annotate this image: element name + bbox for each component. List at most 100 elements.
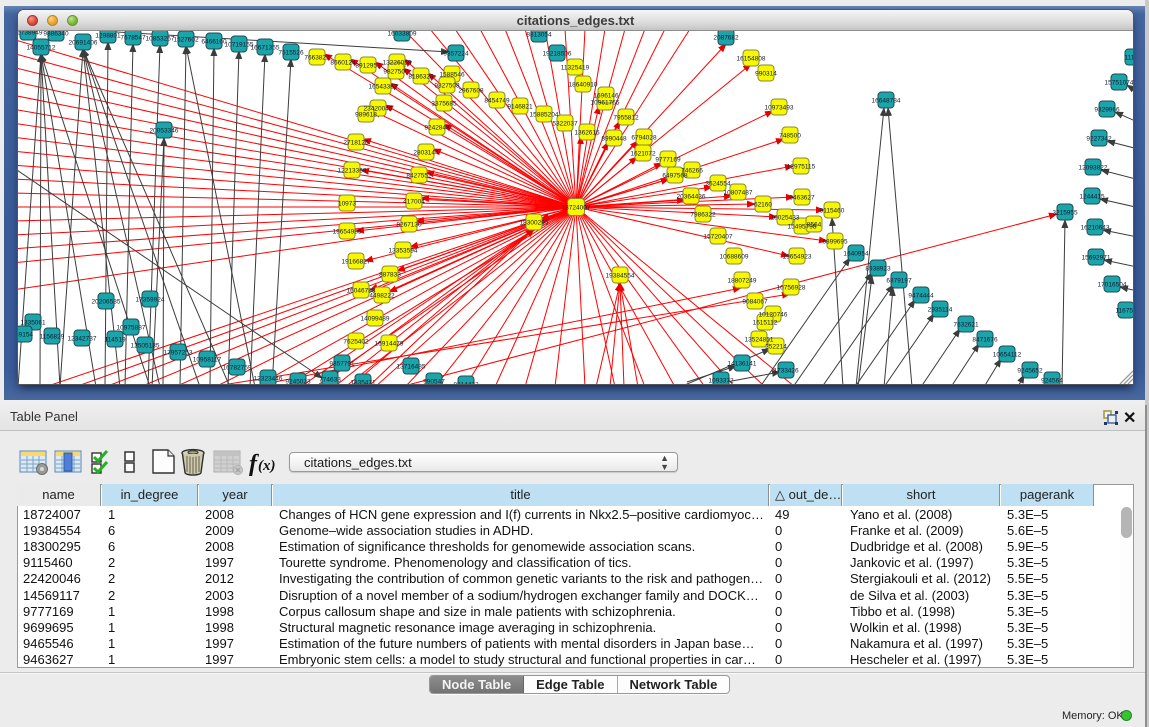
- svg-text:9463627: 9463627: [789, 195, 815, 202]
- svg-text:417004: 417004: [403, 199, 425, 206]
- svg-text:4498222: 4498222: [369, 293, 395, 300]
- svg-text:62160: 62160: [754, 202, 772, 209]
- svg-text:1298801: 1298801: [95, 33, 121, 40]
- svg-text:10654112: 10654112: [993, 352, 1022, 359]
- svg-text:10975887: 10975887: [117, 325, 146, 332]
- svg-text:3215955: 3215955: [1052, 210, 1078, 217]
- svg-text:10719155: 10719155: [225, 42, 254, 49]
- svg-text:9242848: 9242848: [424, 125, 450, 132]
- svg-text:1244415: 1244415: [1079, 194, 1105, 201]
- svg-text:9357224: 9357224: [443, 51, 469, 58]
- svg-text:16154808: 16154808: [737, 56, 766, 63]
- svg-text:13524851: 13524851: [745, 337, 774, 344]
- svg-text:20053346: 20053346: [150, 128, 179, 135]
- svg-text:19384554: 19384554: [606, 273, 635, 280]
- svg-text:16782759: 16782759: [223, 365, 252, 372]
- svg-text:9245652: 9245652: [1017, 368, 1043, 375]
- svg-text:10688609: 10688609: [720, 254, 749, 261]
- svg-text:10025433: 10025433: [771, 215, 800, 222]
- svg-text:8814432: 8814432: [453, 382, 479, 385]
- svg-text:12093822: 12093822: [1079, 165, 1108, 172]
- svg-text:3375685: 3375685: [431, 101, 457, 108]
- svg-text:17359924: 17359924: [136, 297, 165, 304]
- svg-text:7515526: 7515526: [278, 50, 304, 57]
- svg-text:10958117: 10958117: [193, 357, 222, 364]
- svg-text:7632621: 7632621: [953, 322, 979, 329]
- svg-text:1527602: 1527602: [173, 37, 199, 44]
- svg-text:9115460: 9115460: [820, 208, 845, 215]
- svg-text:774633: 774633: [319, 377, 341, 384]
- svg-text:1835471: 1835471: [350, 380, 376, 385]
- svg-text:15692971: 15692971: [1082, 255, 1111, 262]
- svg-text:1733426: 1733426: [773, 368, 799, 375]
- svg-text:924564: 924564: [1041, 378, 1063, 385]
- svg-text:7678547: 7678547: [120, 35, 146, 42]
- svg-text:19166827: 19166827: [342, 259, 371, 266]
- svg-text:887833: 887833: [379, 272, 401, 279]
- svg-text:16543362: 16543362: [369, 84, 398, 91]
- svg-text:8427552: 8427552: [406, 173, 432, 180]
- svg-text:16914479: 16914479: [375, 341, 404, 348]
- svg-text:990314: 990314: [755, 71, 777, 78]
- svg-text:16738949: 16738949: [18, 31, 43, 37]
- svg-text:8990448: 8990448: [601, 136, 627, 143]
- svg-text:16210643: 16210643: [1081, 225, 1110, 232]
- svg-text:1335061: 1335061: [20, 320, 46, 327]
- svg-text:9327508: 9327508: [434, 83, 460, 90]
- svg-text:1615112: 1615112: [753, 320, 778, 327]
- svg-text:1588546: 1588546: [439, 72, 465, 79]
- svg-text:10973493: 10973493: [765, 105, 794, 112]
- svg-text:9329966: 9329966: [1094, 107, 1120, 114]
- svg-text:10807487: 10807487: [724, 190, 753, 197]
- svg-text:18640910: 18640910: [569, 82, 598, 89]
- svg-text:116753: 116753: [1115, 308, 1133, 315]
- svg-text:19654985: 19654985: [333, 229, 362, 236]
- svg-text:12975115: 12975115: [787, 164, 816, 171]
- svg-text:39154: 39154: [18, 332, 33, 339]
- svg-text:6497568: 6497568: [662, 173, 688, 180]
- svg-text:9777169: 9777169: [655, 157, 681, 164]
- svg-text:14136141: 14136141: [728, 361, 757, 368]
- svg-text:1156829: 1156829: [40, 334, 65, 341]
- svg-text:17957253: 17957253: [164, 350, 193, 357]
- svg-text:16671355: 16671355: [251, 45, 280, 52]
- svg-text:12505135: 12505135: [131, 343, 160, 350]
- svg-text:12323446: 12323446: [254, 376, 283, 383]
- svg-text:9227342: 9227342: [1086, 136, 1112, 143]
- svg-text:1640954: 1640954: [843, 251, 869, 258]
- svg-text:10973: 10973: [338, 201, 356, 208]
- svg-text:20691406: 20691406: [69, 40, 98, 47]
- svg-text:8938923: 8938923: [865, 266, 891, 273]
- svg-text:20206535: 20206535: [92, 299, 121, 306]
- svg-text:989618: 989618: [355, 112, 377, 119]
- svg-text:1093372: 1093372: [708, 378, 734, 385]
- svg-text:2935114: 2935114: [928, 307, 953, 314]
- svg-text:7625402: 7625402: [343, 339, 369, 346]
- svg-text:6879197: 6879197: [886, 278, 912, 285]
- svg-text:6899695: 6899695: [822, 239, 848, 246]
- svg-text:2087682: 2087682: [713, 35, 739, 42]
- svg-text:8912953: 8912953: [355, 63, 381, 70]
- svg-text:10756928: 10756928: [777, 285, 806, 292]
- svg-text:17016504: 17016504: [1098, 282, 1127, 289]
- svg-text:19654923: 19654923: [783, 254, 812, 261]
- svg-text:9084067: 9084067: [742, 299, 768, 306]
- svg-text:9146821: 9146821: [507, 104, 533, 111]
- svg-text:10853267: 10853267: [146, 36, 175, 43]
- svg-text:14055712: 14055712: [27, 45, 56, 52]
- svg-text:3624554: 3624554: [705, 181, 731, 188]
- svg-text:10120746: 10120746: [759, 312, 788, 319]
- svg-text:9886340: 9886340: [43, 31, 69, 38]
- svg-text:1696146: 1696146: [593, 93, 619, 100]
- svg-text:6466160: 6466160: [201, 39, 227, 46]
- svg-text:13226058: 13226058: [383, 60, 412, 67]
- svg-text:20364436: 20364436: [677, 194, 706, 201]
- svg-text:11325419: 11325419: [561, 65, 590, 72]
- svg-text:8813054: 8813054: [526, 32, 552, 39]
- svg-text:748500: 748500: [779, 133, 801, 140]
- svg-text:15751074: 15751074: [1105, 80, 1133, 87]
- svg-text:252214: 252214: [765, 344, 787, 351]
- svg-text:12213369: 12213369: [338, 168, 367, 175]
- svg-text:8660124: 8660124: [330, 60, 356, 67]
- svg-text:1621072: 1621072: [630, 151, 656, 158]
